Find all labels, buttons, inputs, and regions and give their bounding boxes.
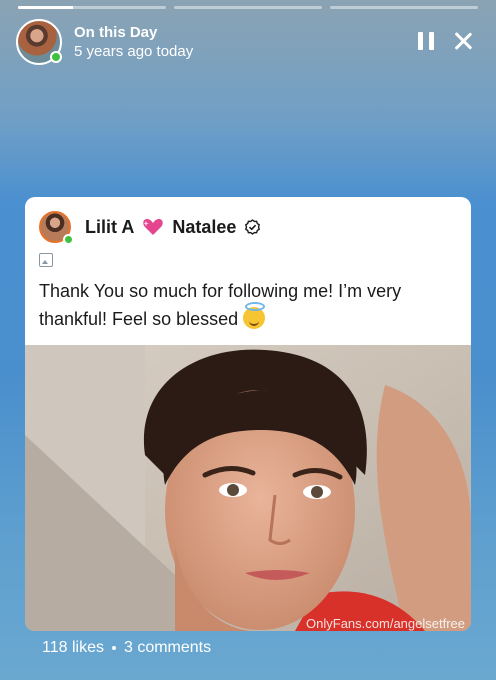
- progress-segment: [330, 6, 478, 9]
- post-header: Lilit A Natalee Thank You so much for fo…: [25, 197, 471, 345]
- post-text-content: Thank You so much for following me! I’m …: [39, 281, 402, 329]
- close-icon[interactable]: [450, 28, 476, 54]
- image-icon: [39, 253, 53, 267]
- author-row[interactable]: Lilit A Natalee: [39, 209, 457, 245]
- post-text: Thank You so much for following me! I’m …: [39, 277, 457, 345]
- progress-segment: [174, 6, 322, 9]
- likes-count[interactable]: 118 likes: [42, 639, 104, 657]
- story-subtitle: 5 years ago today: [74, 43, 194, 60]
- watermark: OnlyFans.com/angelsetfree: [306, 616, 465, 631]
- photo-illustration: [25, 345, 471, 631]
- verified-badge-icon: [244, 218, 261, 236]
- story-header: On this Day 5 years ago today: [16, 18, 480, 66]
- author-first-name: Lilit A: [85, 216, 135, 237]
- author-online-dot: [63, 234, 74, 245]
- author-second-name: Natalee: [172, 216, 237, 237]
- author-avatar[interactable]: [39, 211, 74, 245]
- header-text: On this Day 5 years ago today: [74, 23, 193, 62]
- author-name[interactable]: Lilit A Natalee: [85, 217, 261, 238]
- smiling-face-with-halo-icon: [243, 302, 266, 329]
- sparkling-heart-icon: [142, 218, 164, 236]
- story-title: On this Day: [74, 23, 158, 41]
- progress-fill: [18, 6, 73, 9]
- comments-count[interactable]: 3 comments: [124, 639, 211, 657]
- post-card[interactable]: Lilit A Natalee Thank You so much for fo…: [25, 197, 471, 631]
- profile-avatar[interactable]: [16, 19, 62, 65]
- separator-dot: [111, 646, 116, 650]
- pause-icon[interactable]: [418, 32, 434, 50]
- progress-segment: [18, 6, 166, 9]
- online-status-dot: [50, 51, 62, 63]
- post-photo[interactable]: OnlyFans.com/angelsetfree: [25, 345, 471, 631]
- story-progress-bar: [18, 6, 478, 9]
- post-stats: 118 likes 3 comments: [42, 639, 211, 657]
